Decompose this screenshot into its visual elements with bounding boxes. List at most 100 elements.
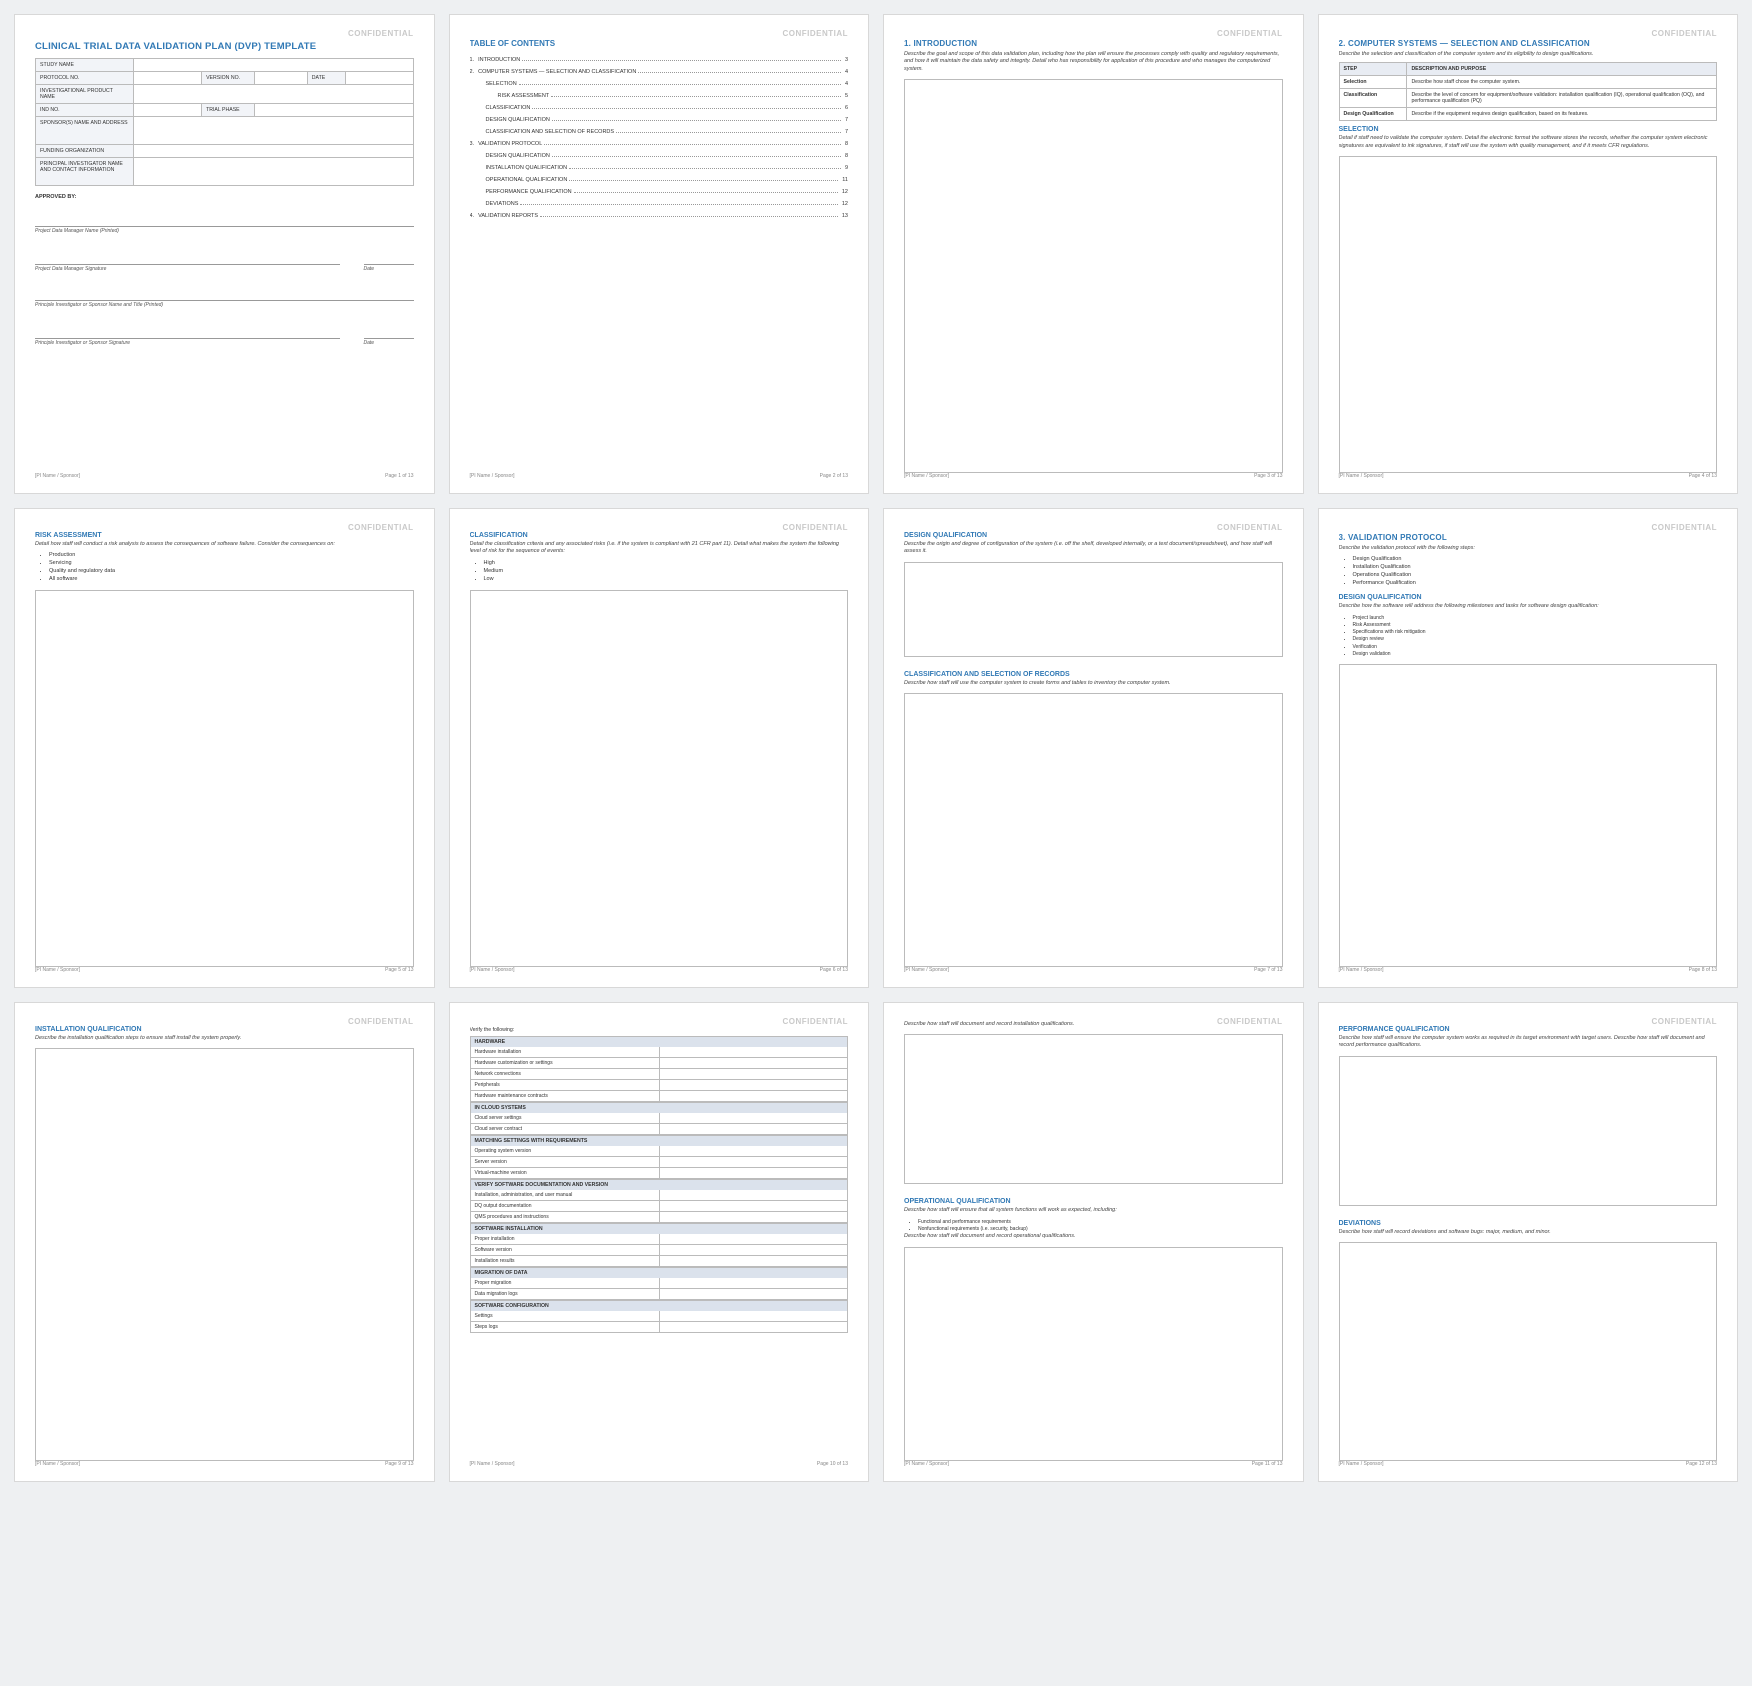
study-info-table: STUDY NAMEPROTOCOL NO.VERSION NO.DATEINV… (35, 58, 414, 186)
verify-row: Steps logs (470, 1322, 849, 1333)
verify-row: Hardware customization or settings (470, 1058, 849, 1069)
steps-table: STEPDESCRIPTION AND PURPOSESelectionDesc… (1339, 62, 1718, 121)
page-footer: [PI Name / Sponsor]Page 7 of 13 (904, 967, 1283, 973)
page-9: CONFIDENTIALINSTALLATION QUALIFICATIONDe… (14, 1002, 435, 1482)
section-introduction: 1. INTRODUCTION (904, 39, 1283, 48)
page-footer: [PI Name / Sponsor]Page 6 of 13 (470, 967, 849, 973)
toc-title: TABLE OF CONTENTS (470, 39, 849, 48)
toc-entry: 1.INTRODUCTION3 (470, 57, 849, 63)
page-2: CONFIDENTIALTABLE OF CONTENTS1.INTRODUCT… (449, 14, 870, 494)
verify-group-header: IN CLOUD SYSTEMS (470, 1102, 849, 1113)
confidential-label: CONFIDENTIAL (782, 523, 848, 532)
confidential-label: CONFIDENTIAL (348, 29, 414, 38)
page-footer: [PI Name / Sponsor]Page 3 of 13 (904, 473, 1283, 479)
page-3: CONFIDENTIAL1. INTRODUCTIONDescribe the … (883, 14, 1304, 494)
confidential-label: CONFIDENTIAL (348, 523, 414, 532)
toc-entry: SELECTION4 (470, 81, 849, 87)
classification-records-heading: CLASSIFICATION AND SELECTION OF RECORDS (904, 671, 1283, 678)
confidential-label: CONFIDENTIAL (1651, 523, 1717, 532)
verify-row: Data migration logs (470, 1289, 849, 1300)
text-input-box[interactable] (35, 1048, 414, 1461)
text-input-box[interactable] (904, 79, 1283, 473)
verify-group-header: MATCHING SETTINGS WITH REQUIREMENTS (470, 1135, 849, 1146)
verify-group-header: SOFTWARE INSTALLATION (470, 1223, 849, 1234)
page-footer: [PI Name / Sponsor]Page 2 of 13 (470, 473, 849, 479)
text-input-box[interactable] (904, 562, 1283, 657)
performance-qualification-heading: PERFORMANCE QUALIFICATION (1339, 1026, 1718, 1033)
text-input-box[interactable] (904, 693, 1283, 967)
verify-group-header: SOFTWARE CONFIGURATION (470, 1300, 849, 1311)
verify-row: Operating system version (470, 1146, 849, 1157)
section-computer-systems: 2. COMPUTER SYSTEMS — SELECTION AND CLAS… (1339, 39, 1718, 48)
toc-entry: RISK ASSESSMENT5 (470, 93, 849, 99)
page-8: CONFIDENTIAL3. VALIDATION PROTOCOLDescri… (1318, 508, 1739, 988)
text-input-box[interactable] (1339, 664, 1718, 967)
page-footer: [PI Name / Sponsor]Page 4 of 13 (1339, 473, 1718, 479)
toc-entry: 2.COMPUTER SYSTEMS — SELECTION AND CLASS… (470, 69, 849, 75)
text-input-box[interactable] (904, 1034, 1283, 1184)
approved-by-label: APPROVED BY: (35, 194, 414, 200)
verify-row: Cloud server settings (470, 1113, 849, 1124)
toc-entry: DESIGN QUALIFICATION8 (470, 153, 849, 159)
confidential-label: CONFIDENTIAL (1651, 1017, 1717, 1026)
page-footer: [PI Name / Sponsor]Page 9 of 13 (35, 1461, 414, 1467)
toc-entry: DESIGN QUALIFICATION7 (470, 117, 849, 123)
toc-entry: CLASSIFICATION6 (470, 105, 849, 111)
page-footer: [PI Name / Sponsor]Page 11 of 13 (904, 1461, 1283, 1467)
page-4: CONFIDENTIAL2. COMPUTER SYSTEMS — SELECT… (1318, 14, 1739, 494)
text-input-box[interactable] (470, 590, 849, 967)
design-qualification-heading: DESIGN QUALIFICATION (904, 532, 1283, 539)
verify-row: Server version (470, 1157, 849, 1168)
confidential-label: CONFIDENTIAL (1217, 523, 1283, 532)
toc-entry: OPERATIONAL QUALIFICATION11 (470, 177, 849, 183)
verify-group-header: MIGRATION OF DATA (470, 1267, 849, 1278)
verify-row: DQ output documentation (470, 1201, 849, 1212)
page-7: CONFIDENTIALDESIGN QUALIFICATIONDescribe… (883, 508, 1304, 988)
confidential-label: CONFIDENTIAL (1651, 29, 1717, 38)
confidential-label: CONFIDENTIAL (348, 1017, 414, 1026)
page-10: CONFIDENTIALVerify the following:HARDWAR… (449, 1002, 870, 1482)
page-1: CONFIDENTIAL CLINICAL TRIAL DATA VALIDATI… (14, 14, 435, 494)
validation-protocol-heading: 3. VALIDATION PROTOCOL (1339, 533, 1718, 542)
verify-row: Proper installation (470, 1234, 849, 1245)
verify-row: Hardware maintenance contracts (470, 1091, 849, 1102)
classification-heading: CLASSIFICATION (470, 532, 849, 539)
toc-entry: DEVIATIONS12 (470, 201, 849, 207)
text-input-box[interactable] (35, 590, 414, 967)
page-11: CONFIDENTIALDescribe how staff will docu… (883, 1002, 1304, 1482)
doc-title: CLINICAL TRIAL DATA VALIDATION PLAN (DVP… (35, 41, 414, 52)
verify-row: Software version (470, 1245, 849, 1256)
text-input-box[interactable] (904, 1247, 1283, 1461)
confidential-label: CONFIDENTIAL (1217, 29, 1283, 38)
toc-entry: 4.VALIDATION REPORTS13 (470, 213, 849, 219)
verify-row: Installation, administration, and user m… (470, 1190, 849, 1201)
page-12: CONFIDENTIALPERFORMANCE QUALIFICATIONDes… (1318, 1002, 1739, 1482)
verify-row: Network connections (470, 1069, 849, 1080)
operational-qualification-heading: OPERATIONAL QUALIFICATION (904, 1198, 1283, 1205)
page-footer: [PI Name / Sponsor]Page 12 of 13 (1339, 1461, 1718, 1467)
text-input-box[interactable] (1339, 1242, 1718, 1461)
verify-row: Peripherals (470, 1080, 849, 1091)
toc-entry: PERFORMANCE QUALIFICATION12 (470, 189, 849, 195)
toc-entry: CLASSIFICATION AND SELECTION OF RECORDS7 (470, 129, 849, 135)
page-footer: [PI Name / Sponsor]Page 5 of 13 (35, 967, 414, 973)
toc-entry: INSTALLATION QUALIFICATION9 (470, 165, 849, 171)
text-input-box[interactable] (1339, 156, 1718, 473)
page-5: CONFIDENTIALRISK ASSESSMENTDetail how st… (14, 508, 435, 988)
selection-heading: SELECTION (1339, 126, 1718, 133)
installation-qualification-heading: INSTALLATION QUALIFICATION (35, 1026, 414, 1033)
deviations-heading: DEVIATIONS (1339, 1220, 1718, 1227)
page-6: CONFIDENTIALCLASSIFICATIONDetail the cla… (449, 508, 870, 988)
confidential-label: CONFIDENTIAL (782, 1017, 848, 1026)
verify-row: Cloud server contract (470, 1124, 849, 1135)
confidential-label: CONFIDENTIAL (1217, 1017, 1283, 1026)
text-input-box[interactable] (1339, 1056, 1718, 1206)
page-footer: [PI Name / Sponsor]Page 10 of 13 (470, 1461, 849, 1467)
verify-row: Installation results (470, 1256, 849, 1267)
page-footer: [PI Name / Sponsor]Page 1 of 13 (35, 473, 414, 479)
verify-row: Virtual-machine version (470, 1168, 849, 1179)
verify-group-header: VERIFY SOFTWARE DOCUMENTATION AND VERSIO… (470, 1179, 849, 1190)
verify-row: Hardware installation (470, 1047, 849, 1058)
verify-row: QMS procedures and instructions (470, 1212, 849, 1223)
verify-row: Settings (470, 1311, 849, 1322)
